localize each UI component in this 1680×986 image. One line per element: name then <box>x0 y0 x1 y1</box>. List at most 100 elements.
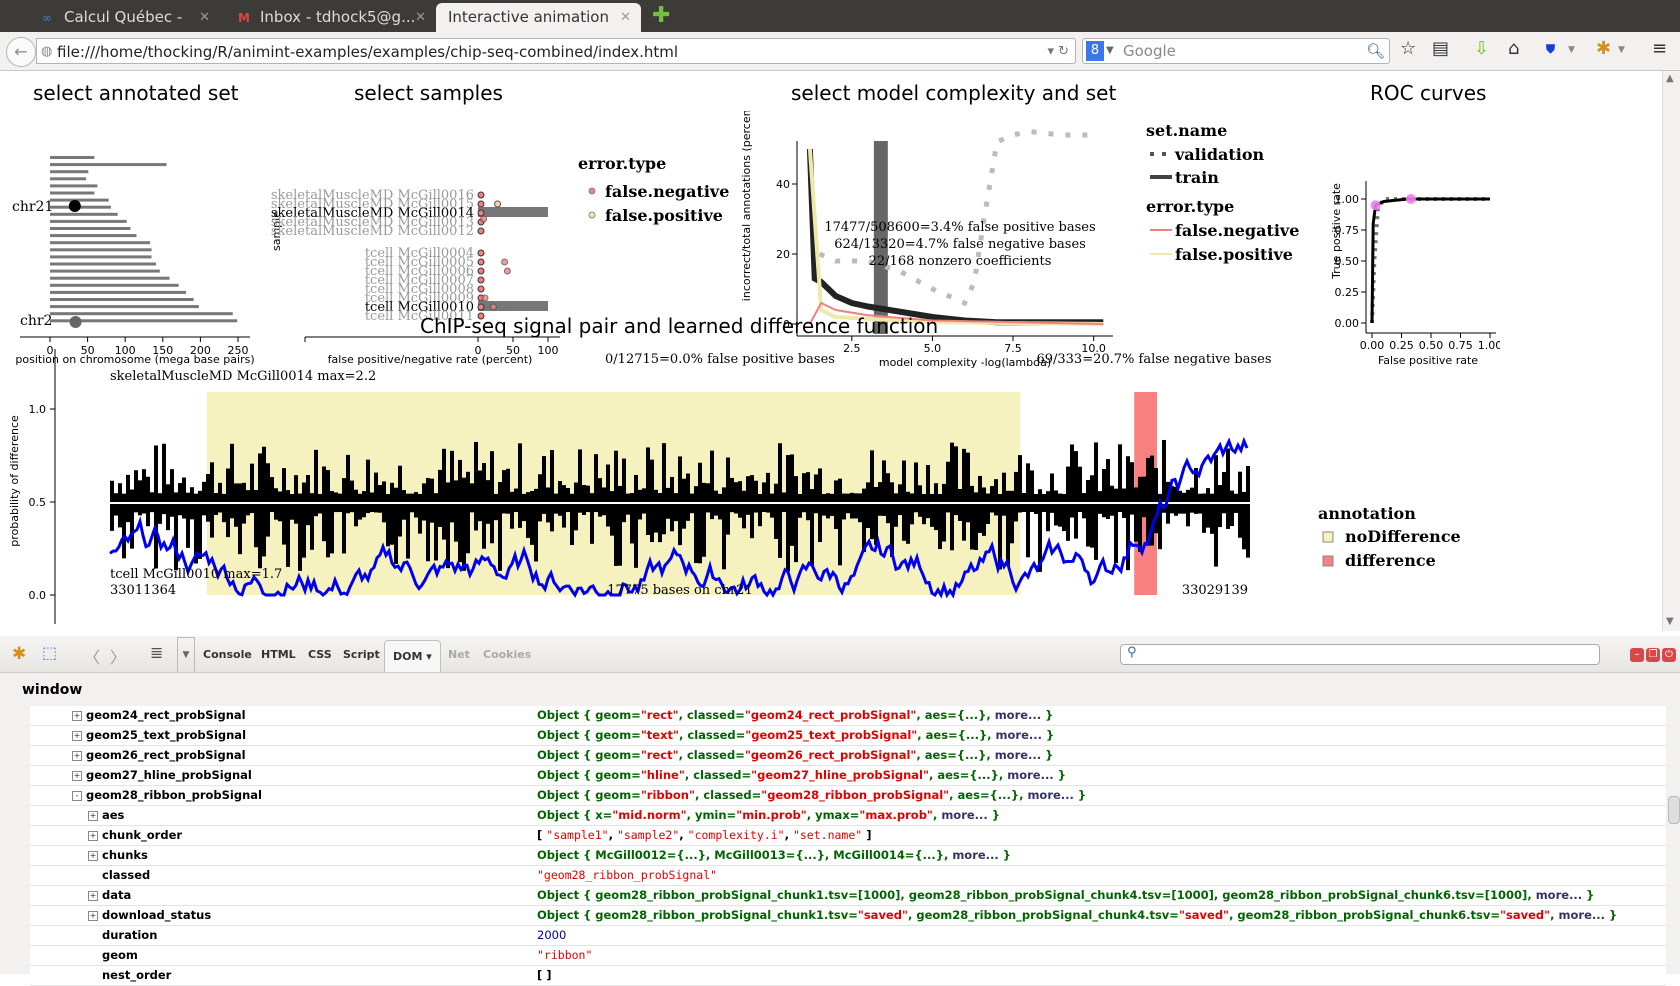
tab-cookies[interactable]: Cookies <box>483 648 531 661</box>
dom-row[interactable]: duration 2000 <box>30 926 1666 946</box>
dom-row[interactable]: classed "geom28_ribbon_probSignal" <box>30 866 1666 886</box>
error-point[interactable] <box>477 227 485 235</box>
dom-value[interactable]: Object { geom="rect", classed="geom24_re… <box>537 708 1053 722</box>
error-point[interactable] <box>503 267 511 275</box>
chromosome-bar[interactable] <box>50 312 233 316</box>
dom-key[interactable]: duration <box>102 928 157 942</box>
more-link[interactable]: more... <box>1536 888 1582 902</box>
dom-row[interactable]: - geom28_ribbon_probSignal Object { geom="… <box>30 786 1666 806</box>
dom-row[interactable]: nest_order [ ] <box>30 966 1666 986</box>
chromosome-bar[interactable] <box>50 283 179 287</box>
more-link[interactable]: more... <box>952 848 998 862</box>
dom-key[interactable]: data <box>102 888 131 902</box>
chromosome-bar[interactable] <box>50 212 118 216</box>
dom-scrollbar[interactable] <box>1666 706 1680 974</box>
error-point[interactable] <box>477 276 485 284</box>
dom-key[interactable]: geom26_rect_probSignal <box>86 748 246 762</box>
expand-icon[interactable]: + <box>88 891 98 901</box>
dom-value[interactable]: Object { McGill0012={...}, McGill0013={.… <box>537 848 1011 862</box>
tab-net[interactable]: Net <box>448 648 470 661</box>
roc-selected-point[interactable] <box>1405 194 1416 204</box>
dom-value[interactable]: Object { geom28_ribbon_probSignal_chunk1… <box>537 888 1594 902</box>
scrollbar-thumb[interactable] <box>1668 796 1680 824</box>
dom-value[interactable]: Object { x="mid.norm", ymin="min.prob", … <box>537 808 1000 822</box>
firebug-search-input[interactable]: ⚲ <box>1120 644 1600 665</box>
error-point[interactable] <box>480 215 488 223</box>
chromosome-bar[interactable] <box>50 198 109 202</box>
tab-console[interactable]: Console <box>203 648 252 661</box>
dom-key[interactable]: geom27_hline_probSignal <box>86 768 252 782</box>
dom-row[interactable]: + geom27_hline_probSignal Object { geom="h… <box>30 766 1666 786</box>
dom-row[interactable]: geom "ribbon" <box>30 946 1666 966</box>
search-bar[interactable]: 8 ▼ Google 🔍︎ <box>1082 38 1390 64</box>
new-tab-button[interactable]: ✚ <box>652 5 670 27</box>
legend-item[interactable]: false.positive <box>605 206 723 225</box>
error-point[interactable] <box>477 258 485 266</box>
tab-inbox[interactable]: M Inbox - tdhock5@g... ✕ <box>226 3 436 32</box>
search-icon[interactable]: 🔍︎ <box>1366 39 1385 63</box>
dom-row[interactable]: + chunk_order [ "sample1", "sample2", "com… <box>30 826 1666 846</box>
chromosome-bar[interactable] <box>50 177 87 181</box>
dom-row[interactable]: + download_status Object { geom28_ribbon_p… <box>30 906 1666 926</box>
legend-item[interactable]: noDifference <box>1345 527 1461 546</box>
dom-value[interactable]: [ "sample1", "sample2", "complexity.i", … <box>537 828 871 842</box>
dom-row[interactable]: + chunks Object { McGill0012={...}, McGill… <box>30 846 1666 866</box>
chr21-selected-point[interactable] <box>68 200 81 212</box>
chromosome-bar[interactable] <box>50 184 98 188</box>
chromosome-bar[interactable] <box>50 191 95 195</box>
url-bar[interactable]: ◍ file:///home/thocking/R/animint-exampl… <box>36 38 1076 64</box>
expand-icon[interactable]: + <box>72 771 82 781</box>
sample-label[interactable]: skeletalMuscleMD McGill0012 <box>271 224 474 239</box>
chevron-down-icon[interactable]: ▼ <box>1618 45 1625 55</box>
close-tab-icon[interactable]: ✕ <box>620 3 631 32</box>
expand-icon[interactable]: + <box>72 731 82 741</box>
legend-item[interactable]: false.positive <box>1175 245 1293 264</box>
tab-html[interactable]: HTML <box>261 648 296 661</box>
chromosome-bar[interactable] <box>50 298 194 301</box>
dom-key[interactable]: geom <box>102 948 138 962</box>
dom-row[interactable]: + geom25_text_probSignal Object { geom="te… <box>30 726 1666 746</box>
menu-icon[interactable]: ≡ <box>1652 38 1667 59</box>
more-link[interactable]: more... <box>1559 908 1605 922</box>
dom-key[interactable]: geom25_text_probSignal <box>86 728 246 742</box>
error-point[interactable] <box>477 303 485 311</box>
roc-plot[interactable]: True positive rate 0.000.250.500.751.000… <box>1300 111 1500 371</box>
more-link[interactable]: more... <box>995 708 1041 722</box>
error-point[interactable] <box>494 200 502 208</box>
inspect-icon[interactable]: ⬚ <box>42 643 57 662</box>
dom-key[interactable]: geom24_rect_probSignal <box>86 708 246 722</box>
dom-key[interactable]: geom28_ribbon_probSignal <box>86 788 262 802</box>
dom-key[interactable]: chunk_order <box>102 828 182 842</box>
error-point[interactable] <box>477 249 485 257</box>
more-link[interactable]: more... <box>1027 788 1073 802</box>
dom-key[interactable]: nest_order <box>102 968 171 982</box>
chevron-down-icon[interactable]: ▼ <box>1106 39 1114 63</box>
clipboard-icon[interactable]: ▤ <box>1432 38 1449 59</box>
scroll-down-icon[interactable]: ▼ <box>1666 616 1674 627</box>
error-point[interactable] <box>481 294 489 302</box>
expand-icon[interactable]: + <box>72 711 82 721</box>
dom-value[interactable]: "ribbon" <box>537 948 592 962</box>
detach-icon[interactable]: ❐ <box>1646 648 1660 662</box>
tab-calcul-quebec[interactable]: ∞Calcul Québec - Das... ✕ <box>30 3 220 56</box>
firebug-icon[interactable]: ✱ <box>12 644 26 664</box>
dom-value[interactable]: "geom28_ribbon_probSignal" <box>537 868 717 882</box>
series-line-train-total[interactable] <box>806 148 1104 326</box>
chromosome-bar[interactable] <box>50 156 95 159</box>
series-line-validation-total[interactable] <box>818 128 1094 307</box>
dom-key[interactable]: chunks <box>102 848 148 862</box>
download-icon[interactable]: ⇩ <box>1474 38 1489 59</box>
chromosome-bar[interactable] <box>50 262 157 266</box>
more-link[interactable]: more... <box>995 748 1041 762</box>
back-button[interactable]: ← <box>6 37 36 67</box>
tab-script[interactable]: Script <box>343 648 380 661</box>
chromosome-bar[interactable] <box>50 255 152 259</box>
close-tab-icon[interactable]: ✕ <box>415 3 426 32</box>
expand-icon[interactable]: + <box>88 831 98 841</box>
chromosome-bar[interactable] <box>50 276 170 280</box>
legend-item[interactable]: train <box>1175 168 1219 187</box>
chevron-down-icon[interactable]: ▼ <box>177 637 195 672</box>
chromosome-bar[interactable] <box>50 227 131 230</box>
error-point[interactable] <box>489 303 497 311</box>
tab-dom[interactable]: DOM ▾ <box>384 640 441 672</box>
